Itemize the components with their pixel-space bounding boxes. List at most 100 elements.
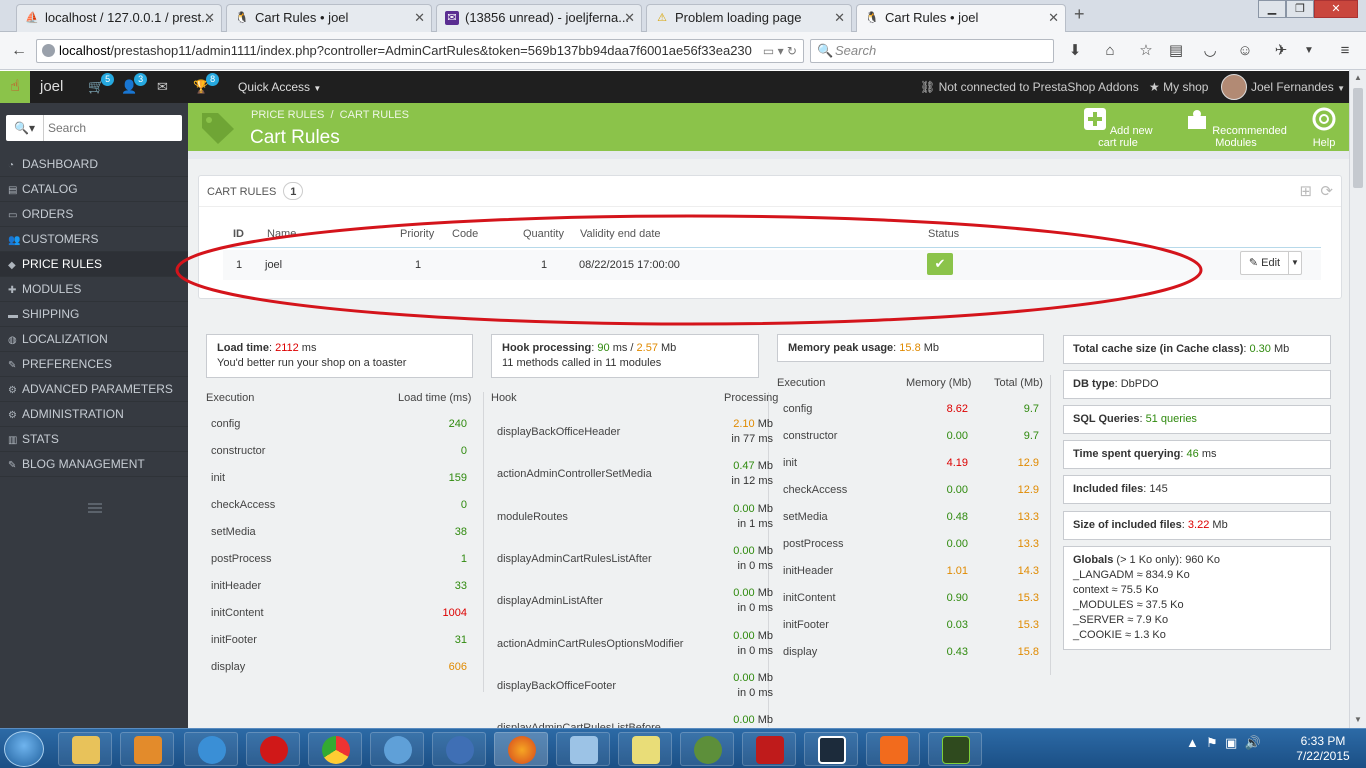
browser-tab-problem[interactable]: ⚠ Problem loading page ✕ xyxy=(646,4,852,32)
minimize-icon[interactable]: ▁ xyxy=(1258,0,1286,18)
trophy-icon[interactable]: 🏆 8 xyxy=(193,73,220,95)
browser-tab-mail[interactable]: ✉ (13856 unread) - joeljferna... ✕ xyxy=(436,4,642,32)
firefox-icon[interactable] xyxy=(494,732,548,766)
sidebar-item-localization[interactable]: ◍ LOCALIZATION xyxy=(0,327,188,352)
close-icon[interactable]: ✕ xyxy=(204,5,215,31)
tray-expand-icon[interactable]: ▲ xyxy=(1186,735,1199,750)
sticky-notes-icon[interactable] xyxy=(618,732,672,766)
column-header-name[interactable]: Name xyxy=(267,228,296,240)
browser-tab-cart-rules[interactable]: 🐧 Cart Rules • joel ✕ xyxy=(226,4,432,32)
search-scope-dropdown[interactable]: 🔍▾ xyxy=(6,115,44,141)
add-icon[interactable]: ⊞ xyxy=(1300,183,1313,200)
extension-icon[interactable]: ✈ xyxy=(1270,40,1292,62)
thunderbird-icon[interactable] xyxy=(432,732,486,766)
shop-name[interactable]: joel xyxy=(40,71,63,103)
column-header-code[interactable]: Code xyxy=(452,228,478,240)
scroll-up-icon[interactable]: ▲ xyxy=(1350,70,1366,86)
sidebar-item-stats[interactable]: ▥ STATS xyxy=(0,427,188,452)
sidebar-item-preferences[interactable]: ✎ PREFERENCES xyxy=(0,352,188,377)
column-header-priority[interactable]: Priority xyxy=(400,228,434,240)
sidebar-item-price-rules[interactable]: ◆ PRICE RULES xyxy=(0,252,188,277)
sidebar-item-blog-management[interactable]: ✎ BLOG MANAGEMENT xyxy=(0,452,188,477)
refresh-icon[interactable]: ⟳ xyxy=(1320,183,1333,200)
file-explorer-icon[interactable] xyxy=(58,732,112,766)
download-icon[interactable]: ⬇ xyxy=(1064,40,1086,62)
maximize-icon[interactable]: ❐ xyxy=(1286,0,1314,18)
sidebar-search-input[interactable] xyxy=(48,115,180,141)
messages-icon[interactable]: ✉ xyxy=(157,79,168,95)
chat-icon[interactable]: ☺ xyxy=(1234,40,1256,62)
my-shop-link[interactable]: ★ My shop xyxy=(1149,71,1208,103)
dashboard-icon: ◔ xyxy=(8,160,15,171)
opera-icon[interactable] xyxy=(246,732,300,766)
network-icon[interactable]: ▣ xyxy=(1225,735,1237,750)
dropdown-icon[interactable]: ▼ xyxy=(1298,40,1320,62)
bookmarks-list-icon[interactable]: ▤ xyxy=(1165,40,1187,62)
hamburger-menu-icon[interactable]: ≡ xyxy=(1334,40,1356,62)
addons-status[interactable]: ⛓ Not connected to PrestaShop Addons xyxy=(920,71,1139,103)
sidebar-collapse-handle[interactable] xyxy=(88,503,102,513)
avatar[interactable] xyxy=(1221,74,1247,100)
sidebar-item-orders[interactable]: ▭ ORDERS xyxy=(0,202,188,227)
chrome-icon[interactable] xyxy=(308,732,362,766)
close-icon[interactable]: ✕ xyxy=(624,5,635,31)
table-row[interactable] xyxy=(223,250,1321,280)
virtualbox-icon[interactable] xyxy=(556,732,610,766)
close-icon[interactable]: ✕ xyxy=(1048,5,1059,31)
sidebar-item-customers[interactable]: 👥 CUSTOMERS xyxy=(0,227,188,252)
close-icon[interactable]: ✕ xyxy=(834,5,845,31)
home-icon[interactable]: ⌂ xyxy=(1099,40,1121,62)
recommended-modules-button[interactable]: Recommended Modules xyxy=(1174,107,1298,149)
column-header-quantity[interactable]: Quantity xyxy=(523,228,564,240)
browser-search-input[interactable]: 🔍 Search xyxy=(810,39,1054,63)
sidebar-item-administration[interactable]: ⚙ ADMINISTRATION xyxy=(0,402,188,427)
help-button[interactable]: Help xyxy=(1304,107,1344,149)
reader-reload-icons[interactable]: ▭ ▾ ↻ xyxy=(763,40,797,62)
pocket-icon[interactable]: ◡ xyxy=(1199,40,1221,62)
download-manager-icon[interactable] xyxy=(370,732,424,766)
hand-cursor-icon[interactable]: ☝ xyxy=(0,71,30,103)
new-tab-icon[interactable]: + xyxy=(1074,4,1085,25)
sidebar-item-advanced-parameters[interactable]: ⚙ ADVANCED PARAMETERS xyxy=(0,377,188,402)
sidebar-item-catalog[interactable]: ▤ CATALOG xyxy=(0,177,188,202)
page-scrollbar[interactable]: ▲ ▼ xyxy=(1349,70,1366,728)
android-studio-icon[interactable] xyxy=(680,732,734,766)
flag-icon[interactable]: ⚑ xyxy=(1206,735,1218,750)
clock[interactable]: 6:33 PM 7/22/2015 xyxy=(1290,734,1356,764)
column-header-status[interactable]: Status xyxy=(928,228,959,240)
row-actions-dropdown[interactable]: ▼ xyxy=(1289,252,1301,274)
internet-explorer-icon[interactable] xyxy=(184,732,238,766)
status-enabled-toggle[interactable]: ✔ xyxy=(927,253,953,275)
quick-access-dropdown[interactable]: Quick Access ▼ xyxy=(238,71,321,105)
xampp-icon[interactable] xyxy=(866,732,920,766)
scroll-down-icon[interactable]: ▼ xyxy=(1350,712,1366,728)
user-menu[interactable]: Joel Fernandes ▼ xyxy=(1251,71,1345,105)
customers-icon[interactable]: 👤 3 xyxy=(121,73,148,95)
cart-icon[interactable]: 🛒 5 xyxy=(88,73,115,95)
url-bar[interactable]: localhost/prestashop11/admin1111/index.p… xyxy=(36,39,804,63)
edit-button[interactable]: ✎ Edit xyxy=(1241,252,1289,274)
sidebar-item-label: LOCALIZATION xyxy=(22,332,108,346)
dreamweaver-icon[interactable] xyxy=(928,732,982,766)
sidebar-item-modules[interactable]: ✚ MODULES xyxy=(0,277,188,302)
column-header-id[interactable]: ID xyxy=(233,228,244,240)
browser-tab-cart-rules-active[interactable]: 🐧 Cart Rules • joel ✕ xyxy=(856,4,1066,32)
media-player-icon[interactable] xyxy=(120,732,174,766)
sidebar-item-shipping[interactable]: ▬ SHIPPING xyxy=(0,302,188,327)
back-arrow-icon[interactable]: ← xyxy=(8,40,30,62)
sidebar-item-dashboard[interactable]: ◔ DASHBOARD xyxy=(0,152,188,177)
breadcrumb-item[interactable]: PRICE RULES xyxy=(251,109,324,121)
filezilla-icon[interactable] xyxy=(742,732,796,766)
mail-icon: ✉ xyxy=(445,11,459,25)
browser-tab-phpmyadmin[interactable]: ⛵ localhost / 127.0.0.1 / prest... ✕ xyxy=(16,4,222,32)
volume-icon[interactable]: 🔊 xyxy=(1245,735,1261,750)
add-cart-rule-button[interactable]: Add new cart rule xyxy=(1073,107,1163,149)
window-close-icon[interactable]: ✕ xyxy=(1314,0,1358,18)
close-icon[interactable]: ✕ xyxy=(414,5,425,31)
scroll-thumb[interactable] xyxy=(1353,88,1363,188)
app-window-icon[interactable] xyxy=(804,732,858,766)
bookmark-star-icon[interactable]: ☆ xyxy=(1135,40,1157,62)
column-header-validity[interactable]: Validity end date xyxy=(580,228,661,240)
windows-start-button[interactable] xyxy=(4,731,44,767)
breadcrumb-item[interactable]: CART RULES xyxy=(340,109,409,121)
